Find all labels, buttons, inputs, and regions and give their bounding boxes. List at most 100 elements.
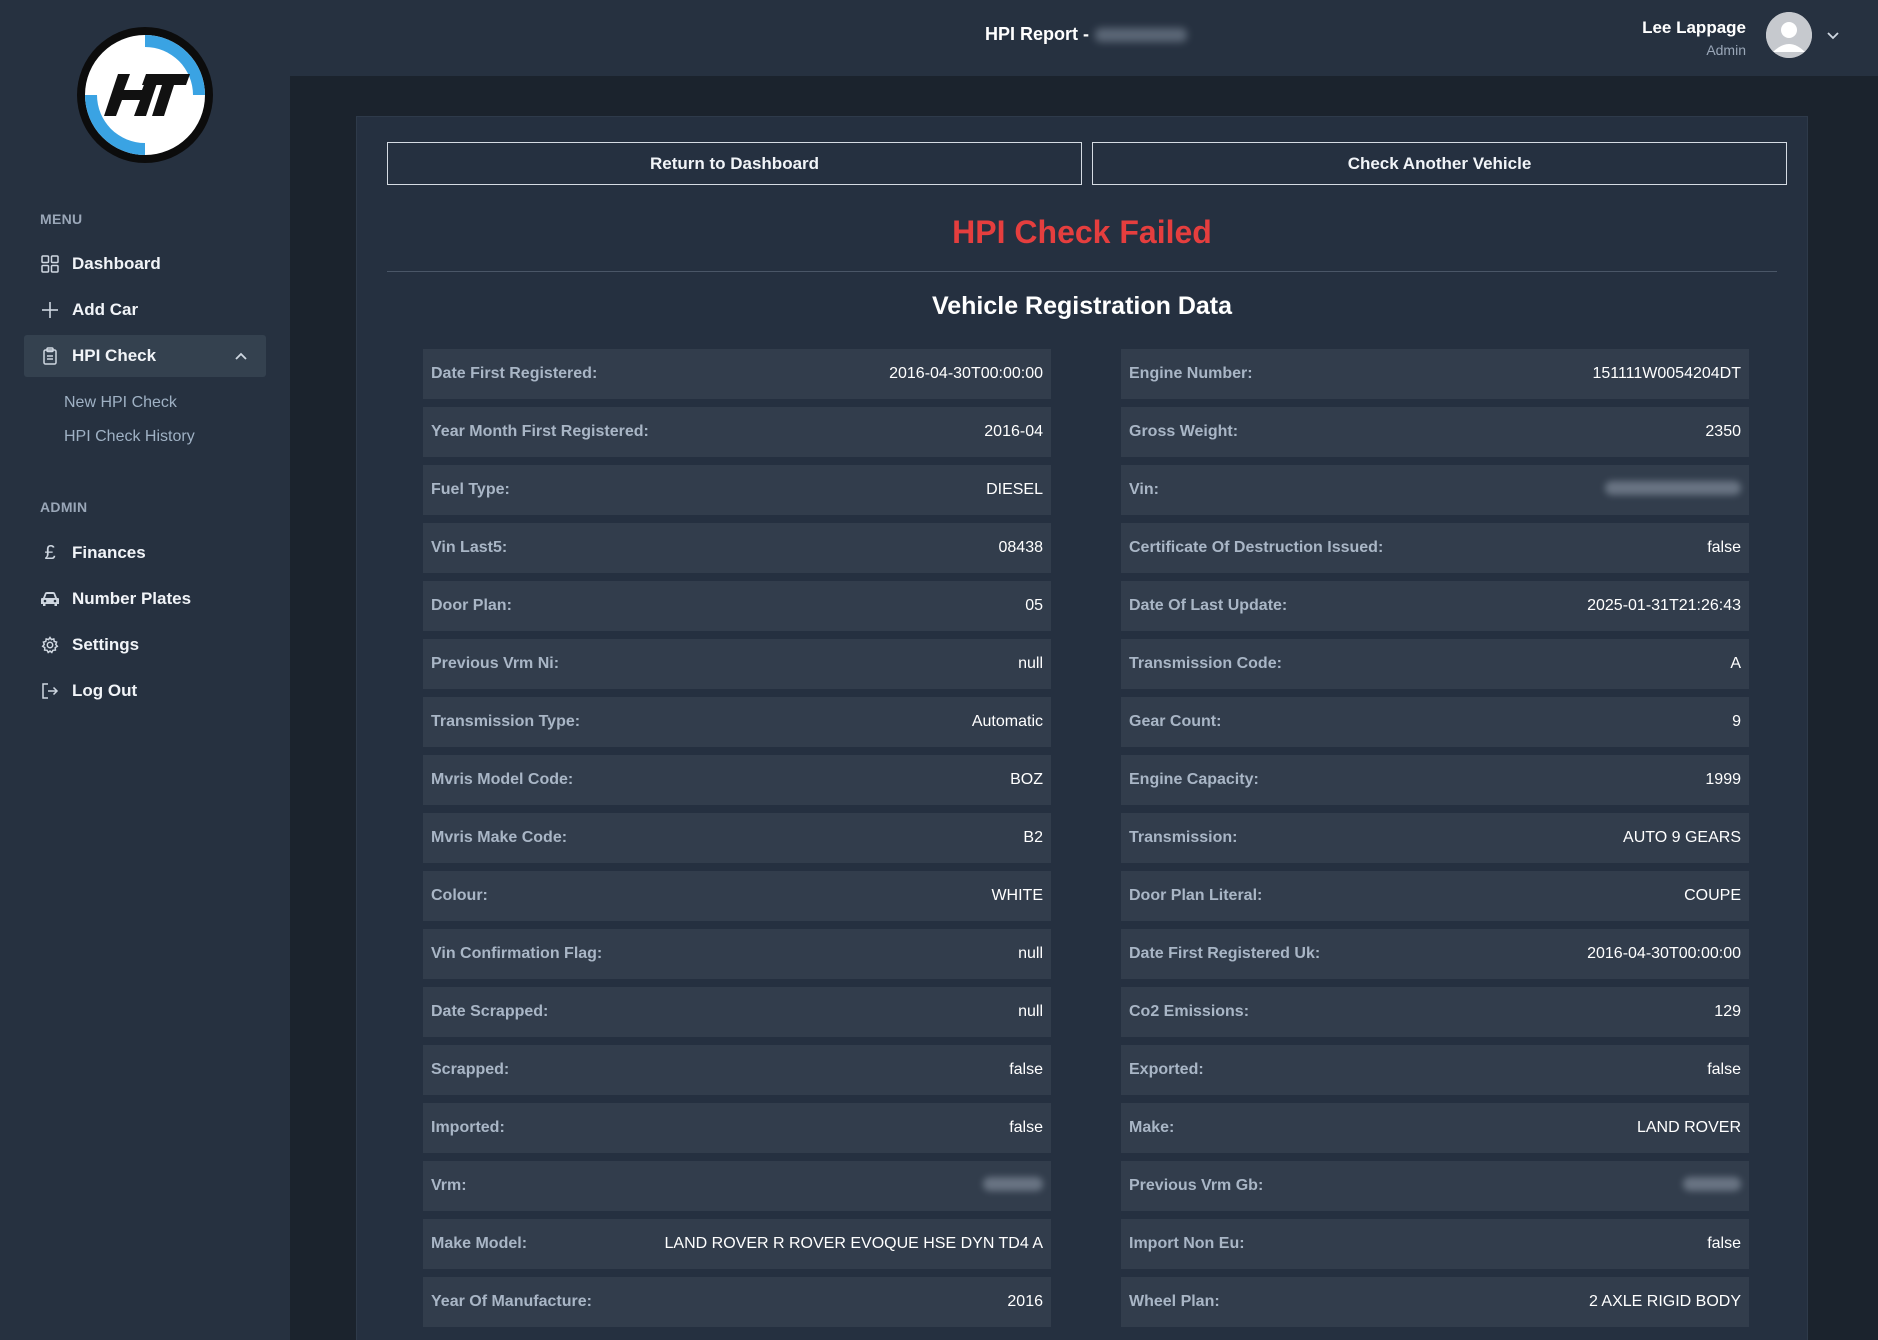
data-row-value: false — [1707, 1235, 1741, 1252]
data-row-label: Transmission Code: — [1129, 655, 1282, 672]
data-row-label: Import Non Eu: — [1129, 1235, 1245, 1252]
data-row-value: null — [1018, 1003, 1043, 1020]
data-row-label: Mvris Make Code: — [431, 829, 568, 846]
data-row-value: WHITE — [991, 887, 1043, 904]
sidebar-item-log-out[interactable]: Log Out — [24, 670, 266, 712]
data-row: Year Of Manufacture: 2016 — [423, 1277, 1051, 1327]
data-row: Vrm: — [423, 1161, 1051, 1211]
sidebar-item-add-car[interactable]: Add Car — [24, 289, 266, 331]
data-row: Engine Number: 151111W0054204DT — [1121, 349, 1749, 399]
pound-icon: £ — [44, 541, 56, 564]
data-row: Transmission Type: Automatic — [423, 697, 1051, 747]
data-row: Gross Weight: 2350 — [1121, 407, 1749, 457]
data-row: Previous Vrm Gb: — [1121, 1161, 1749, 1211]
data-row-value: null — [1018, 945, 1043, 962]
user-role: Admin — [1706, 42, 1746, 58]
data-row-label: Vin: — [1129, 481, 1159, 498]
page-title: HPI Report - — [985, 24, 1188, 45]
sidebar-subitem-hpi-check-history[interactable]: HPI Check History — [64, 428, 195, 446]
sidebar: MENU Dashboard Add Car HPI Check New HPI… — [0, 0, 290, 1340]
data-row: Door Plan Literal: COUPE — [1121, 871, 1749, 921]
data-row-label: Engine Capacity: — [1129, 771, 1259, 788]
sidebar-item-hpi-check[interactable]: HPI Check — [24, 335, 266, 377]
return-to-dashboard-button[interactable]: Return to Dashboard — [387, 142, 1082, 185]
data-row: Previous Vrm Ni: null — [423, 639, 1051, 689]
data-row-label: Scrapped: — [431, 1061, 510, 1078]
top-header: HPI Report - Lee Lappage Admin — [290, 0, 1878, 76]
data-row-label: Vin Last5: — [431, 539, 508, 556]
sidebar-item-label: Dashboard — [72, 254, 161, 273]
data-row: Fuel Type: DIESEL — [423, 465, 1051, 515]
car-icon — [40, 589, 60, 609]
data-row-label: Transmission: — [1129, 829, 1238, 846]
user-name[interactable]: Lee Lappage — [1642, 18, 1746, 38]
data-row-label: Year Month First Registered: — [431, 423, 649, 440]
data-row: Date First Registered Uk: 2016-04-30T00:0… — [1121, 929, 1749, 979]
data-row: Transmission Code: A — [1121, 639, 1749, 689]
data-row-value: 2 AXLE RIGID BODY — [1588, 1293, 1741, 1310]
data-row: Vin Confirmation Flag: null — [423, 929, 1051, 979]
redacted-value — [1605, 480, 1741, 500]
data-row: Date Scrapped: null — [423, 987, 1051, 1037]
divider — [387, 271, 1777, 272]
data-row-value: DIESEL — [986, 481, 1043, 498]
data-row-label: Certificate Of Destruction Issued: — [1129, 539, 1384, 556]
data-row: Date First Registered: 2016-04-30T00:00:0… — [423, 349, 1051, 399]
data-row-label: Mvris Model Code: — [431, 771, 574, 788]
data-row-value: false — [1009, 1061, 1043, 1078]
sidebar-item-dashboard[interactable]: Dashboard — [24, 243, 266, 285]
sidebar-subitem-new-hpi-check[interactable]: New HPI Check — [64, 394, 177, 412]
data-row-value: 2025-01-31T21:26:43 — [1587, 597, 1741, 614]
data-row-label: Colour: — [431, 887, 488, 904]
data-row-label: Fuel Type: — [431, 481, 510, 498]
data-row-label: Exported: — [1129, 1061, 1204, 1078]
sidebar-item-settings[interactable]: Settings — [24, 624, 266, 666]
data-row-label: Door Plan Literal: — [1129, 887, 1263, 904]
sidebar-item-finances[interactable]: £ Finances — [24, 532, 266, 574]
report-card: Return to Dashboard Check Another Vehicl… — [356, 116, 1808, 1340]
data-row: Make: LAND ROVER — [1121, 1103, 1749, 1153]
redacted-registration — [1095, 27, 1188, 42]
data-row-label: Make: — [1129, 1119, 1175, 1136]
data-row-value: 05 — [1025, 597, 1043, 614]
data-row: Certificate Of Destruction Issued: false — [1121, 523, 1749, 573]
sidebar-item-label: Add Car — [72, 300, 139, 319]
data-row-value: false — [1009, 1119, 1043, 1136]
left-data-column: Date First Registered: 2016-04-30T00:00:0… — [423, 349, 1051, 1335]
data-row-label: Co2 Emissions: — [1129, 1003, 1250, 1020]
data-row-label: Engine Number: — [1129, 365, 1253, 382]
data-row-label: Door Plan: — [431, 597, 512, 614]
data-row: Import Non Eu: false — [1121, 1219, 1749, 1269]
avatar[interactable] — [1766, 12, 1812, 58]
check-another-vehicle-button[interactable]: Check Another Vehicle — [1092, 142, 1787, 185]
data-row-value: LAND ROVER R ROVER EVOQUE HSE DYN TD4 A — [664, 1235, 1043, 1252]
data-row-label: Previous Vrm Ni: — [431, 655, 560, 672]
status-title: HPI Check Failed — [952, 214, 1212, 250]
data-row-value: 2016 — [1007, 1293, 1043, 1310]
data-row-label: Gross Weight: — [1129, 423, 1239, 440]
data-row-value: 1999 — [1705, 771, 1741, 788]
admin-section-label: ADMIN — [40, 499, 88, 515]
data-row: Co2 Emissions: 129 — [1121, 987, 1749, 1037]
chevron-up-icon — [234, 348, 248, 362]
data-row-value: A — [1730, 655, 1741, 672]
data-row-label: Vrm: — [431, 1177, 467, 1194]
sidebar-item-number-plates[interactable]: Number Plates — [24, 578, 266, 620]
sidebar-item-label: HPI Check — [72, 346, 157, 365]
right-data-column: Engine Number: 151111W0054204DT Gross Weig… — [1121, 349, 1749, 1335]
data-row-label: Date Of Last Update: — [1129, 597, 1288, 614]
data-row-label: Date Scrapped: — [431, 1003, 549, 1020]
grid-icon — [40, 254, 60, 274]
brand-logo[interactable] — [74, 24, 216, 166]
data-row-label: Transmission Type: — [431, 713, 581, 730]
data-row: Wheel Plan: 2 AXLE RIGID BODY — [1121, 1277, 1749, 1327]
data-row: Vin Last5: 08438 — [423, 523, 1051, 573]
chevron-down-icon[interactable] — [1826, 28, 1840, 42]
data-row-value: BOZ — [1010, 771, 1043, 788]
redacted-value — [1683, 1176, 1741, 1196]
data-row: Engine Capacity: 1999 — [1121, 755, 1749, 805]
data-row: Scrapped: false — [423, 1045, 1051, 1095]
data-row-value: 08438 — [998, 539, 1044, 556]
data-row-value: B2 — [1023, 829, 1043, 846]
data-row-value: 2350 — [1705, 423, 1741, 440]
